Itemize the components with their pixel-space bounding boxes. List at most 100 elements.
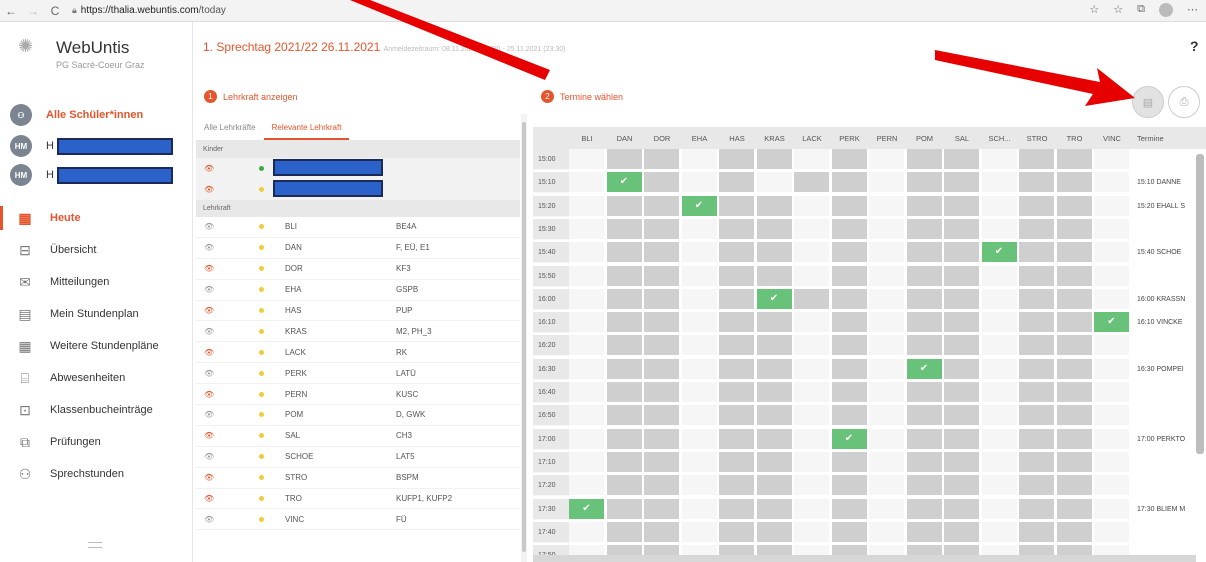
time-slot[interactable] bbox=[869, 288, 904, 309]
time-slot[interactable] bbox=[944, 265, 979, 286]
eye-icon[interactable]: 👁︎ bbox=[204, 264, 214, 273]
time-slot[interactable] bbox=[869, 242, 904, 263]
tab-all-teachers[interactable]: Alle Lehrkräfte bbox=[196, 114, 264, 140]
eye-icon[interactable]: 👁︎ bbox=[204, 222, 214, 231]
time-slot[interactable] bbox=[944, 428, 979, 449]
time-slot[interactable] bbox=[1094, 498, 1129, 519]
time-slot[interactable] bbox=[644, 382, 679, 402]
selected-slot[interactable]: ✔ bbox=[569, 498, 604, 519]
time-slot[interactable] bbox=[944, 195, 979, 216]
time-slot[interactable] bbox=[644, 149, 679, 169]
time-slot[interactable] bbox=[1056, 218, 1092, 239]
time-slot[interactable] bbox=[831, 451, 867, 472]
time-slot[interactable] bbox=[719, 405, 754, 426]
time-slot[interactable] bbox=[944, 475, 979, 496]
time-slot[interactable] bbox=[794, 265, 829, 286]
time-slot[interactable] bbox=[944, 335, 979, 356]
time-slot[interactable] bbox=[644, 312, 679, 333]
time-slot[interactable] bbox=[719, 195, 754, 216]
time-slot[interactable] bbox=[756, 498, 792, 519]
time-slot[interactable] bbox=[944, 172, 979, 193]
time-slot[interactable] bbox=[1094, 195, 1129, 216]
time-slot[interactable] bbox=[569, 242, 604, 263]
time-slot[interactable] bbox=[644, 521, 679, 542]
teacher-row[interactable]: 👁︎ LACK RK bbox=[196, 342, 520, 364]
menu-item-uebersicht[interactable]: ⊟ Übersicht bbox=[0, 234, 193, 266]
time-slot[interactable] bbox=[569, 195, 604, 216]
time-slot[interactable] bbox=[1056, 521, 1092, 542]
time-slot[interactable] bbox=[1019, 242, 1054, 263]
time-slot[interactable] bbox=[831, 521, 867, 542]
menu-item-weitere-stundenplaene[interactable]: ▦ Weitere Stundenpläne bbox=[0, 330, 193, 362]
time-slot[interactable] bbox=[569, 382, 604, 402]
time-slot[interactable] bbox=[569, 265, 604, 286]
time-slot[interactable] bbox=[681, 335, 717, 356]
time-slot[interactable] bbox=[606, 242, 642, 263]
time-slot[interactable] bbox=[869, 405, 904, 426]
read-aloud-icon[interactable]: ☆ bbox=[1089, 3, 1099, 17]
time-slot[interactable] bbox=[1056, 242, 1092, 263]
child-row[interactable]: 👁︎ bbox=[196, 158, 520, 179]
time-slot[interactable] bbox=[606, 218, 642, 239]
time-slot[interactable] bbox=[906, 242, 942, 263]
menu-item-sprechstunden[interactable]: ⚇ Sprechstunden bbox=[0, 458, 193, 490]
time-slot[interactable] bbox=[981, 498, 1017, 519]
menu-item-pruefungen[interactable]: ⧉ Prüfungen bbox=[0, 426, 193, 458]
export-pdf-button[interactable]: ▤ bbox=[1132, 86, 1164, 118]
time-slot[interactable] bbox=[794, 428, 829, 449]
time-slot[interactable] bbox=[906, 218, 942, 239]
time-slot[interactable] bbox=[606, 475, 642, 496]
time-slot[interactable] bbox=[869, 521, 904, 542]
time-slot[interactable] bbox=[981, 195, 1017, 216]
time-slot[interactable] bbox=[756, 218, 792, 239]
time-slot[interactable] bbox=[944, 521, 979, 542]
time-slot[interactable] bbox=[1094, 172, 1129, 193]
time-slot[interactable] bbox=[756, 521, 792, 542]
time-slot[interactable] bbox=[681, 149, 717, 169]
time-slot[interactable] bbox=[981, 358, 1017, 379]
teacher-row[interactable]: 👁︎ BLI BE4A bbox=[196, 217, 520, 238]
eye-icon[interactable]: 👁︎ bbox=[204, 327, 214, 336]
time-slot[interactable] bbox=[831, 405, 867, 426]
time-slot[interactable] bbox=[831, 335, 867, 356]
student-all[interactable]: ⚇ Alle Schüler*innen bbox=[10, 102, 143, 128]
time-slot[interactable] bbox=[756, 312, 792, 333]
time-slot[interactable] bbox=[869, 149, 904, 169]
time-slot[interactable] bbox=[719, 335, 754, 356]
time-slot[interactable] bbox=[644, 242, 679, 263]
teacher-row[interactable]: 👁︎ DOR KF3 bbox=[196, 259, 520, 280]
time-slot[interactable] bbox=[681, 382, 717, 402]
time-slot[interactable] bbox=[831, 382, 867, 402]
time-slot[interactable] bbox=[981, 218, 1017, 239]
teacher-row[interactable]: 👁︎ PERK LATÜ bbox=[196, 363, 520, 385]
time-slot[interactable] bbox=[756, 335, 792, 356]
time-slot[interactable] bbox=[869, 218, 904, 239]
time-slot[interactable] bbox=[1019, 288, 1054, 309]
eye-icon[interactable]: 👁︎ bbox=[204, 452, 214, 461]
time-slot[interactable] bbox=[606, 312, 642, 333]
time-slot[interactable] bbox=[1019, 195, 1054, 216]
time-slot[interactable] bbox=[1056, 312, 1092, 333]
time-slot[interactable] bbox=[794, 451, 829, 472]
time-slot[interactable] bbox=[644, 498, 679, 519]
teacher-row[interactable]: 👁︎ EHA GSPB bbox=[196, 280, 520, 301]
time-slot[interactable] bbox=[1056, 428, 1092, 449]
time-slot[interactable] bbox=[1094, 265, 1129, 286]
time-slot[interactable] bbox=[569, 335, 604, 356]
time-slot[interactable] bbox=[569, 475, 604, 496]
time-slot[interactable] bbox=[831, 172, 867, 193]
time-slot[interactable] bbox=[906, 265, 942, 286]
time-slot[interactable] bbox=[869, 195, 904, 216]
teacher-row[interactable]: 👁︎ SCHOE LAT5 bbox=[196, 447, 520, 468]
time-slot[interactable] bbox=[681, 242, 717, 263]
eye-icon[interactable]: 👁︎ bbox=[204, 410, 214, 419]
menu-item-mitteilungen[interactable]: ✉ Mitteilungen bbox=[0, 266, 193, 298]
time-slot[interactable] bbox=[1019, 498, 1054, 519]
teacher-row[interactable]: 👁︎ DAN F, EÜ, E1 bbox=[196, 238, 520, 259]
time-slot[interactable] bbox=[1056, 498, 1092, 519]
time-slot[interactable] bbox=[644, 451, 679, 472]
teacher-row[interactable]: 👁︎ POM D, GWK bbox=[196, 405, 520, 426]
time-slot[interactable] bbox=[944, 451, 979, 472]
time-slot[interactable] bbox=[681, 265, 717, 286]
student-item[interactable]: HM H bbox=[10, 133, 173, 159]
